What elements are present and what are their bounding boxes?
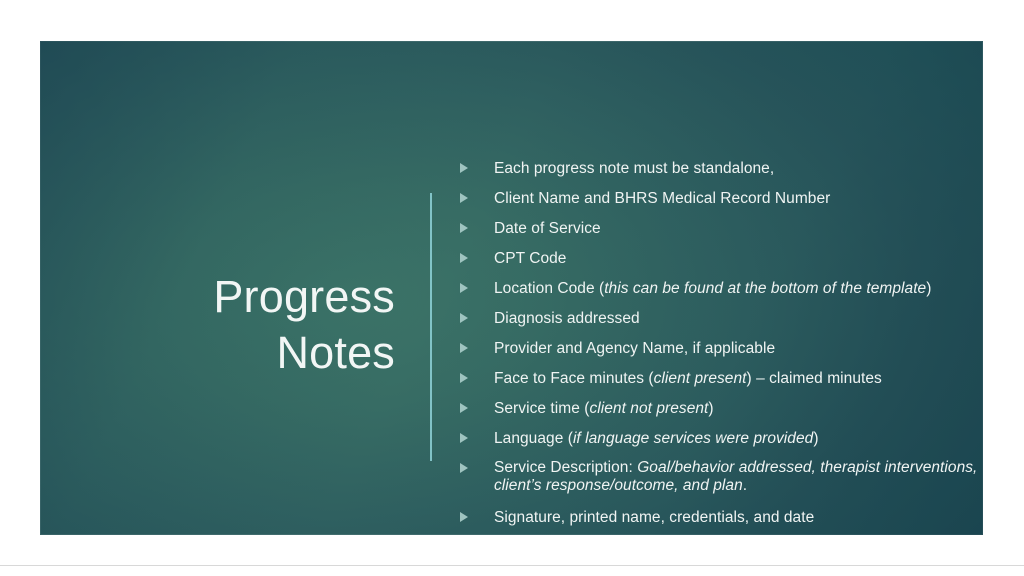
list-item-text: ) – claimed minutes <box>746 370 882 387</box>
list-item-text: ) <box>708 400 714 417</box>
list-item-text: Diagnosis addressed <box>494 310 640 327</box>
list-item-text: Client Name and BHRS Medical Record Numb… <box>494 190 831 207</box>
list-item-emphasis: client not present <box>589 400 709 417</box>
triangle-right-icon <box>460 313 468 323</box>
list-item-label: Date of Service <box>494 219 601 238</box>
triangle-right-icon <box>460 433 468 443</box>
list-item-text: Service Description: <box>494 459 638 476</box>
list-item: Provider and Agency Name, if applicable <box>458 339 983 358</box>
list-item-text: ) <box>926 280 932 297</box>
list-item-label: Provider and Agency Name, if applicable <box>494 339 775 358</box>
list-item: Location Code (this can be found at the … <box>458 279 983 298</box>
list-item-label: Service Description: Goal/behavior addre… <box>494 459 983 495</box>
list-item-label: Diagnosis addressed <box>494 309 640 328</box>
list-item-text: Face to Face minutes ( <box>494 370 654 387</box>
bullet-list: Each progress note must be standalone, Cl… <box>458 159 983 527</box>
list-item-text: ) <box>813 430 819 447</box>
title-line-1: Progress <box>213 271 395 322</box>
list-item: Language (if language services were prov… <box>458 429 983 448</box>
list-item-label: Each progress note must be standalone, <box>494 159 774 178</box>
vertical-rule-icon <box>430 193 432 461</box>
page-title: Progress Notes <box>95 269 395 381</box>
triangle-right-icon <box>460 163 468 173</box>
list-item-text: Location Code ( <box>494 280 605 297</box>
triangle-right-icon <box>460 253 468 263</box>
list-item: Each progress note must be standalone, <box>458 159 983 178</box>
list-item-text: Service time ( <box>494 400 590 417</box>
triangle-right-icon <box>460 463 468 473</box>
list-item-label: Location Code (this can be found at the … <box>494 279 931 298</box>
list-item: Client Name and BHRS Medical Record Numb… <box>458 189 983 208</box>
list-item: Diagnosis addressed <box>458 309 983 328</box>
list-item-label: Language (if language services were prov… <box>494 429 819 448</box>
triangle-right-icon <box>460 223 468 233</box>
list-item-emphasis: client present <box>653 370 747 387</box>
list-item-text: . <box>742 477 748 494</box>
list-item-text: Signature, printed name, credentials, an… <box>494 509 815 526</box>
list-item-text: Date of Service <box>494 220 601 237</box>
page-separator <box>0 565 1024 566</box>
list-item-text: CPT Code <box>494 250 567 267</box>
triangle-right-icon <box>460 403 468 413</box>
list-item-label: Service time (client not present) <box>494 399 714 418</box>
list-item-label: CPT Code <box>494 249 566 268</box>
list-item-emphasis: this can be found at the bottom of the t… <box>604 280 927 297</box>
triangle-right-icon <box>460 512 468 522</box>
list-item-emphasis: if language services were provided <box>572 430 814 447</box>
list-item-text: Language ( <box>494 430 573 447</box>
list-item: Date of Service <box>458 219 983 238</box>
list-item-text: Each progress note must be standalone, <box>494 160 775 177</box>
list-item: Signature, printed name, credentials, an… <box>458 508 983 527</box>
list-item-label: Signature, printed name, credentials, an… <box>494 508 814 527</box>
list-item-label: Face to Face minutes (client present) – … <box>494 369 882 388</box>
list-item: CPT Code <box>458 249 983 268</box>
slide-content: Progress Notes Each progress note must b… <box>40 41 983 535</box>
triangle-right-icon <box>460 373 468 383</box>
slide: Progress Notes Each progress note must b… <box>40 41 983 535</box>
triangle-right-icon <box>460 343 468 353</box>
list-item-text: Provider and Agency Name, if applicable <box>494 340 776 357</box>
list-item-label: Client Name and BHRS Medical Record Numb… <box>494 189 830 208</box>
list-item: Service Description: Goal/behavior addre… <box>458 459 983 495</box>
list-item: Service time (client not present) <box>458 399 983 418</box>
page-canvas: Progress Notes Each progress note must b… <box>0 0 1024 576</box>
triangle-right-icon <box>460 283 468 293</box>
list-item: Face to Face minutes (client present) – … <box>458 369 983 388</box>
title-line-2: Notes <box>276 327 395 378</box>
triangle-right-icon <box>460 193 468 203</box>
